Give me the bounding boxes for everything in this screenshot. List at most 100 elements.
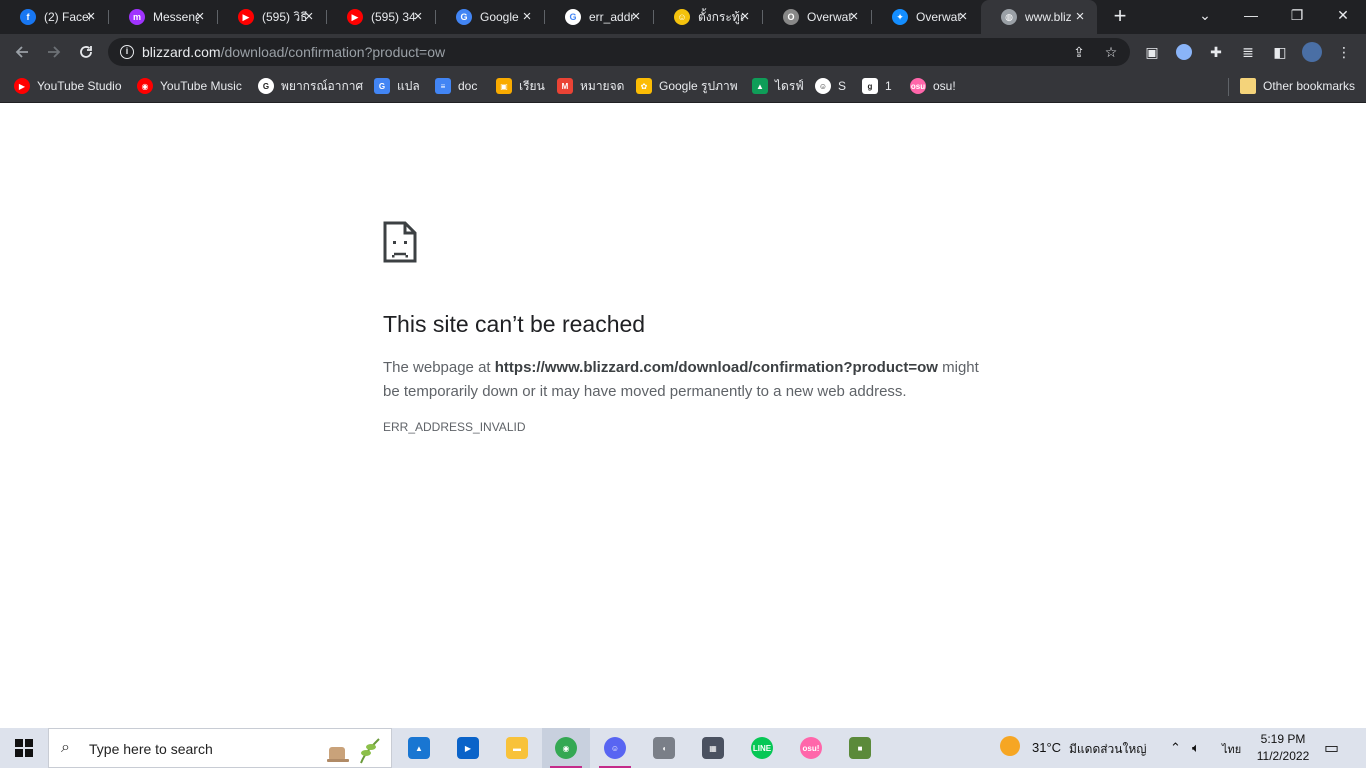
page-content: This site can’t be reached The webpage a… xyxy=(0,103,1366,728)
bookmark-label: หมายจด xyxy=(580,78,625,93)
bookmarks-bar: ▶ YouTube Studio ◉ YouTube Music G พยากรณ์อาก… xyxy=(0,70,1366,103)
taskbar-app[interactable]: LINE xyxy=(738,728,786,768)
bookmark-star-icon[interactable]: ☆ xyxy=(1102,43,1120,61)
bookmark-item[interactable]: ▲ ไดรฟ์ xyxy=(752,77,804,95)
bookmark-item[interactable]: g1 xyxy=(862,77,892,95)
close-tab-icon[interactable]: × xyxy=(846,9,862,25)
bookmark-label: Google รูปภาพ xyxy=(659,78,738,93)
other-bookmarks[interactable]: Other bookmarks xyxy=(1240,77,1355,95)
start-button[interactable] xyxy=(0,728,48,768)
windows-logo-icon xyxy=(15,739,33,757)
weather-temp[interactable]: 31°C xyxy=(1032,740,1061,755)
close-tab-icon[interactable]: × xyxy=(955,9,971,25)
bookmarks-divider xyxy=(1228,78,1229,96)
taskbar-app[interactable]: osu! xyxy=(787,728,835,768)
weather-icon[interactable] xyxy=(1000,736,1020,759)
close-tab-icon[interactable]: × xyxy=(192,9,208,25)
google-classroom-icon: ▣ xyxy=(496,78,512,94)
reload-button[interactable] xyxy=(74,40,98,64)
reload-icon xyxy=(80,46,92,58)
volume-icon[interactable]: 🔈︎ xyxy=(1192,740,1200,756)
messenger-icon: m xyxy=(129,9,145,25)
tab[interactable]: ◍ www.bliz × xyxy=(981,0,1097,34)
close-window-button[interactable]: ✕ xyxy=(1320,0,1366,34)
tab[interactable]: ▶ (595) 34 × xyxy=(327,0,435,34)
close-tab-icon[interactable]: × xyxy=(519,9,535,25)
taskbar-app[interactable]: ◉ xyxy=(542,728,590,768)
bookmark-label: doc xyxy=(458,79,478,93)
taskbar-app[interactable]: ◖ xyxy=(640,728,688,768)
bookmark-label: osu! xyxy=(933,79,956,93)
tab[interactable]: G Google × xyxy=(436,0,544,34)
bookmark-label: YouTube Studio xyxy=(37,79,122,93)
google-drive-icon: ▲ xyxy=(752,78,768,94)
bookmark-item[interactable]: G พยากรณ์อากาศ xyxy=(258,77,363,95)
clock-time: 5:19 PM xyxy=(1260,732,1306,746)
video-editor-icon: ▶ xyxy=(457,737,479,759)
extensions-puzzle-icon[interactable]: ✚ xyxy=(1206,42,1226,62)
new-tab-button[interactable]: + xyxy=(1108,5,1132,29)
taskbar-app[interactable]: ▶ xyxy=(444,728,492,768)
taskbar-app[interactable]: ▦ xyxy=(689,728,737,768)
tab-groups-icon[interactable]: ▣ xyxy=(1142,42,1162,62)
minimize-button[interactable]: — xyxy=(1228,0,1274,34)
google-docs-icon: ≡ xyxy=(435,78,451,94)
tab[interactable]: f(2) Faceb× xyxy=(0,0,108,34)
profile-avatar[interactable] xyxy=(1302,42,1322,62)
search-icon: ⌕ xyxy=(61,739,70,756)
share-icon[interactable]: ⇪ xyxy=(1070,43,1088,61)
lens-extension-icon[interactable] xyxy=(1174,42,1194,62)
site-info-icon[interactable]: i xyxy=(120,45,134,59)
youtube-studio-icon: ▶ xyxy=(14,78,30,94)
back-arrow-icon xyxy=(15,46,28,58)
clock[interactable]: 5:19 PM 11/2/2022 xyxy=(1248,731,1318,765)
back-button[interactable] xyxy=(10,40,34,64)
close-tab-icon[interactable]: × xyxy=(410,9,426,25)
show-hidden-icons-chevron-icon[interactable]: ⌃ xyxy=(1170,740,1181,756)
close-tab-icon[interactable]: × xyxy=(628,9,644,25)
reading-list-icon[interactable]: ≣ xyxy=(1238,42,1258,62)
bookmark-item[interactable]: M หมายจด xyxy=(557,77,624,95)
bookmark-item[interactable]: ☺ S xyxy=(815,77,846,95)
bookmark-item[interactable]: ✿ Google รูปภาพ xyxy=(636,77,738,95)
chrome-menu-icon[interactable]: ⋮ xyxy=(1334,42,1354,62)
gmail-icon: M xyxy=(557,78,573,94)
bookmark-label: S xyxy=(838,79,847,93)
forward-button[interactable] xyxy=(42,40,66,64)
bookmark-item[interactable]: ≡ doc xyxy=(435,77,477,95)
tab[interactable]: ✦ Overwat × xyxy=(872,0,980,34)
google-photos-icon: ✿ xyxy=(636,78,652,94)
bookmark-label: พยากรณ์อากาศ xyxy=(281,78,364,93)
tab[interactable]: ☺ ตั้งกระทู้ถ × xyxy=(654,0,762,34)
tab-search-button[interactable]: ⌄ xyxy=(1182,0,1228,34)
bookmark-item[interactable]: ▣ เรียน xyxy=(496,77,545,95)
notifications-icon[interactable]: ▭ xyxy=(1324,738,1339,758)
avatar-icon xyxy=(1302,42,1322,62)
bookmark-item[interactable]: ◉ YouTube Music xyxy=(137,77,242,95)
taskbar-app[interactable]: ☺ xyxy=(591,728,639,768)
input-language[interactable]: ไทย xyxy=(1222,740,1241,758)
bookmark-item[interactable]: ▶ YouTube Studio xyxy=(14,77,122,95)
close-tab-icon[interactable]: × xyxy=(1072,9,1088,25)
tab[interactable]: Gerr_addr × xyxy=(545,0,653,34)
close-tab-icon[interactable]: × xyxy=(301,9,317,25)
tab[interactable]: mMessenger× xyxy=(109,0,217,34)
weather-description[interactable]: มีแดดส่วนใหญ่ xyxy=(1069,740,1147,759)
close-tab-icon[interactable]: × xyxy=(737,9,753,25)
maximize-button[interactable]: ❐ xyxy=(1274,0,1320,34)
bookmark-item[interactable]: osu osu! xyxy=(910,77,956,95)
tab[interactable]: ▶ (595) วิธี × xyxy=(218,0,326,34)
taskbar-app[interactable]: ▬ xyxy=(493,728,541,768)
minecraft-icon: ■ xyxy=(849,737,871,759)
error-message-prefix: The webpage at xyxy=(383,359,495,376)
taskbar-search[interactable]: ⌕ Type here to search xyxy=(48,728,392,768)
close-tab-icon[interactable]: × xyxy=(83,9,99,25)
side-panel-icon[interactable]: ◧ xyxy=(1270,42,1290,62)
tab[interactable]: O Overwat × xyxy=(763,0,871,34)
tab-strip: f(2) Faceb×mMessenger×▶(595) วิธี×▶(595)… xyxy=(0,0,1366,34)
address-url[interactable]: blizzard.com/download/confirmation?produ… xyxy=(142,44,445,60)
bookmark-item[interactable]: G แปล xyxy=(374,77,420,95)
taskbar-app[interactable]: ■ xyxy=(836,728,884,768)
taskbar-app[interactable]: ▲ xyxy=(395,728,443,768)
address-bar[interactable]: i blizzard.com/download/confirmation?pro… xyxy=(108,38,1130,66)
